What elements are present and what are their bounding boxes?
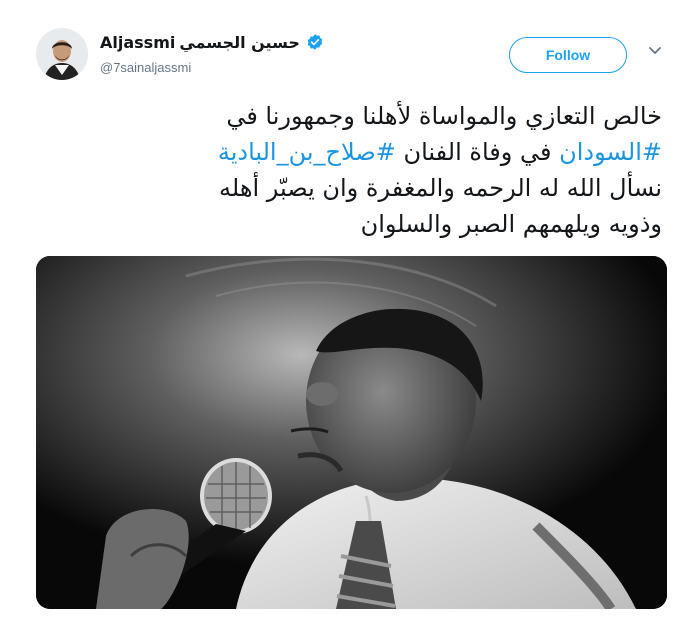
display-name-latin: Aljassmi [100,32,176,52]
follow-button[interactable]: Follow [509,37,627,73]
tweet-line-2: #السودان في وفاة الفنان #صلاح_بن_البادية [40,134,662,170]
chevron-down-icon[interactable] [648,46,662,56]
singer-photo-illustration [36,256,667,609]
verified-badge-icon [307,34,323,50]
tweet-header: Aljassmi حسين الجسمي @7sainaljassmi Foll… [0,0,700,92]
tweet-photo[interactable] [36,256,667,609]
user-names: Aljassmi حسين الجسمي @7sainaljassmi [100,30,324,75]
hashtag-link-sudan[interactable]: #السودان [559,138,662,166]
display-name-row[interactable]: Aljassmi حسين الجسمي [100,30,324,54]
avatar[interactable] [36,28,88,80]
tweet-line-3: نسأل الله له الرحمه والمغفرة وان يصبّر أ… [219,174,662,202]
tweet-line-4: وذويه ويلهمهم الصبر والسلوان [360,210,662,238]
tweet-line-2-middle: في وفاة الفنان [395,138,560,166]
hashtag-link-salah[interactable]: #صلاح_بن_البادية [218,138,396,166]
tweet-line-1: خالص التعازي والمواساة لأهلنا وجمهورنا ف… [226,102,662,130]
display-name-arabic: حسين الجسمي [179,32,300,52]
user-handle[interactable]: @7sainaljassmi [100,60,324,75]
tweet-text: خالص التعازي والمواساة لأهلنا وجمهورنا ف… [40,98,662,242]
